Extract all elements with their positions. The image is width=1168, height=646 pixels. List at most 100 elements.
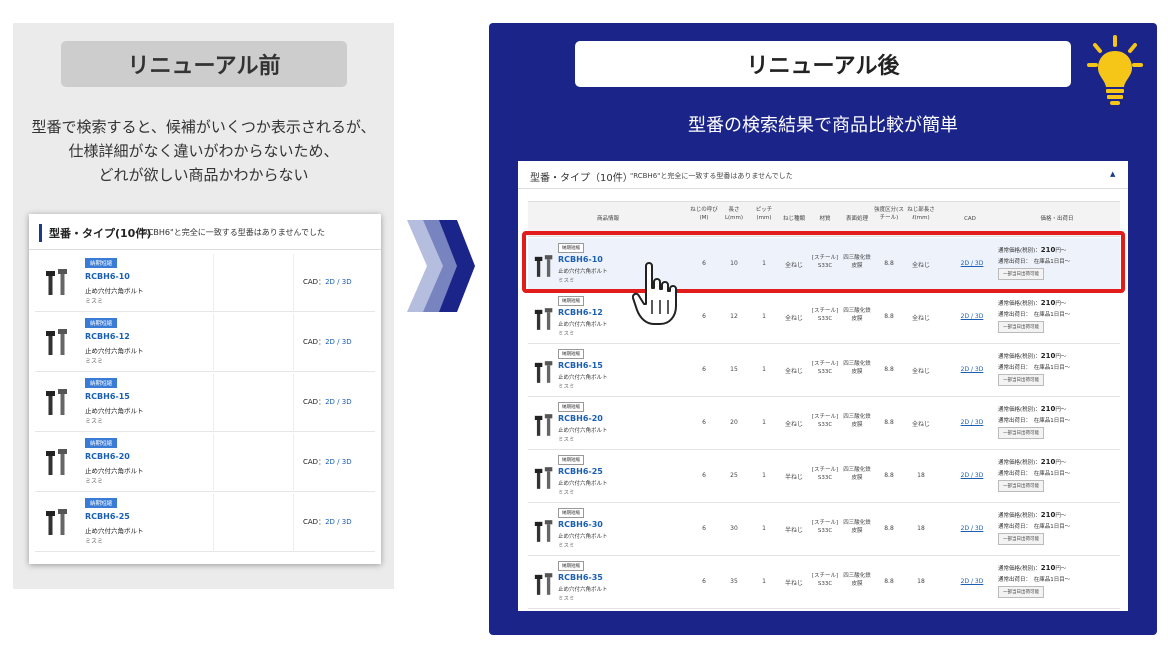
bolt-icon (534, 412, 554, 438)
cad-3d-link[interactable]: 3D (342, 398, 352, 406)
cad-3d-link[interactable]: 3D (342, 338, 352, 346)
list-item[interactable]: 納期短縮 RCBH6-15 止め穴付六角ボルト ミスミ CAD：2D / 3D (35, 374, 375, 432)
product-name: 止め穴付六角ボルト (558, 375, 608, 381)
same-day-ship-button[interactable]: 一部当日出荷可能 (998, 374, 1044, 386)
column-header[interactable]: ねじ種類 (780, 215, 808, 223)
price-unit: 円〜 (1055, 407, 1067, 413)
bolt-icon (45, 268, 69, 296)
maker-name: ミスミ (558, 437, 575, 443)
lead-time-badge: 納期短縮 (85, 498, 118, 508)
part-number-link[interactable]: RCBH6-20 (558, 414, 603, 423)
thread-length-cell: 全ねじ (911, 421, 930, 428)
thread-size-cell: 6 (702, 525, 706, 532)
divider (213, 434, 214, 492)
column-header[interactable]: 材質 (810, 215, 840, 223)
list-item[interactable]: 納期短縮 RCBH6-25 止め穴付六角ボルト ミスミ CAD：2D / 3D (35, 494, 375, 552)
part-number-link[interactable]: RCBH6-25 (558, 467, 603, 476)
column-header[interactable]: 価格・出荷日 (998, 215, 1116, 223)
cad-label: CAD： (303, 518, 326, 526)
lead-time-badge: 納期短縮 (558, 402, 584, 412)
column-header[interactable]: 商品情報 (528, 215, 688, 223)
part-number-link[interactable]: RCBH6-12 (558, 308, 603, 317)
table-row[interactable]: 納期短縮 RCBH6-12 止め穴付六角ボルト ミスミ 6 12 1 全ねじ [スチール] S3… (528, 291, 1120, 344)
lead-time-badge: 納期短縮 (558, 349, 584, 359)
cad-2d-link[interactable]: 2D (325, 398, 335, 406)
product-name: 止め穴付六角ボルト (558, 587, 608, 593)
header-accent-bar (39, 224, 42, 242)
column-header[interactable]: 表面処理 (842, 215, 872, 223)
part-number-link[interactable]: RCBH6-35 (558, 573, 603, 582)
strength-cell: 8.8 (884, 366, 894, 373)
cad-link[interactable]: 2D / 3D (952, 472, 992, 479)
product-name: 止め穴付六角ボルト (85, 347, 144, 355)
maker-name: ミスミ (558, 331, 575, 337)
material-cell: [スチール] S33C (811, 573, 839, 587)
cad-link[interactable]: 2D / 3D (952, 525, 992, 532)
table-row[interactable]: 納期短縮 RCBH6-20 止め穴付六角ボルト ミスミ 6 20 1 全ねじ [スチール] S3… (528, 397, 1120, 450)
pitch-cell: 1 (762, 313, 766, 320)
part-number-link[interactable]: RCBH6-25 (85, 512, 130, 521)
part-number-link[interactable]: RCBH6-10 (85, 272, 130, 281)
cad-links: CAD：2D / 3D (303, 337, 352, 347)
part-number-link[interactable]: RCBH6-30 (558, 520, 603, 529)
same-day-ship-button[interactable]: 一部当日出荷可能 (998, 480, 1044, 492)
table-row[interactable]: 納期短縮 RCBH6-15 止め穴付六角ボルト ミスミ 6 15 1 全ねじ [スチール] S3… (528, 344, 1120, 397)
divider (213, 254, 214, 312)
divider (213, 314, 214, 372)
cad-link[interactable]: 2D / 3D (952, 313, 992, 320)
before-desc-line-2: 仕様詳細がなく違いがわからないため、 (68, 142, 339, 160)
cad-3d-link[interactable]: 3D (342, 458, 352, 466)
column-header[interactable]: 強度区分(スチール) (874, 206, 904, 222)
table-row[interactable]: 納期短縮 RCBH6-25 止め穴付六角ボルト ミスミ 6 25 1 半ねじ [スチール] S3… (528, 450, 1120, 503)
table-row[interactable]: 納期短縮 RCBH6-35 止め穴付六角ボルト ミスミ 6 35 1 半ねじ [スチール] S3… (528, 556, 1120, 609)
price-text: 通常価格(税別)：210円〜 (998, 299, 1066, 307)
same-day-ship-button[interactable]: 一部当日出荷可能 (998, 533, 1044, 545)
same-day-ship-button[interactable]: 一部当日出荷可能 (998, 427, 1044, 439)
column-header[interactable]: ねじ部長さℓ(mm) (906, 206, 936, 222)
cad-link[interactable]: 2D / 3D (952, 366, 992, 373)
same-day-ship-button[interactable]: 一部当日出荷可能 (998, 586, 1044, 598)
cad-2d-link[interactable]: 2D (325, 338, 335, 346)
column-header[interactable]: ねじの呼び(M) (690, 206, 718, 222)
part-number-link[interactable]: RCBH6-15 (558, 361, 603, 370)
table-row[interactable]: 納期短縮 RCBH6-30 止め穴付六角ボルト ミスミ 6 30 1 半ねじ [スチール] S3… (528, 503, 1120, 556)
list-item[interactable]: 納期短縮 RCBH6-12 止め穴付六角ボルト ミスミ CAD：2D / 3D (35, 314, 375, 372)
length-cell: 12 (730, 313, 738, 320)
part-number-link[interactable]: RCBH6-12 (85, 332, 130, 341)
maker-name: ミスミ (85, 358, 104, 365)
highlight-box (522, 231, 1125, 293)
part-number-link[interactable]: RCBH6-20 (85, 452, 130, 461)
column-header[interactable]: 長さL(mm) (720, 206, 748, 222)
part-number-link[interactable]: RCBH6-15 (85, 392, 130, 401)
column-header[interactable]: ピッチ(mm) (750, 206, 778, 222)
cad-2d-link[interactable]: 2D (325, 278, 335, 286)
list-item[interactable]: 納期短縮 RCBH6-20 止め穴付六角ボルト ミスミ CAD：2D / 3D (35, 434, 375, 492)
surface-cell: 四三酸化鉄皮膜 (843, 414, 871, 428)
thread-length-cell: 全ねじ (911, 315, 930, 322)
cad-link[interactable]: 2D / 3D (952, 578, 992, 585)
price-unit: 円〜 (1055, 566, 1067, 572)
cad-3d-link[interactable]: 3D (342, 518, 352, 526)
lightbulb-icon (1087, 35, 1143, 105)
cad-2d-link[interactable]: 2D (325, 458, 335, 466)
lead-time-badge: 納期短縮 (558, 296, 584, 306)
price-value: 210 (1040, 511, 1056, 519)
thread-length-cell: 18 (917, 472, 925, 479)
product-name: 止め穴付六角ボルト (85, 287, 144, 295)
same-day-ship-button[interactable]: 一部当日出荷可能 (998, 321, 1044, 333)
maker-name: ミスミ (85, 418, 104, 425)
cad-2d-link[interactable]: 2D (325, 518, 335, 526)
pitch-cell: 1 (762, 472, 766, 479)
column-header[interactable]: CAD (948, 215, 992, 223)
cad-separator: / (334, 398, 342, 406)
price-value: 210 (1040, 299, 1056, 307)
cad-link[interactable]: 2D / 3D (952, 419, 992, 426)
cad-label: CAD： (303, 398, 326, 406)
collapse-caret-icon[interactable]: ▲ (1110, 170, 1115, 178)
product-name: 止め穴付六角ボルト (558, 481, 608, 487)
cad-links: CAD：2D / 3D (303, 277, 352, 287)
list-item[interactable]: 納期短縮 RCBH6-10 止め穴付六角ボルト ミスミ CAD：2D / 3D (35, 254, 375, 312)
price-unit: 円〜 (1055, 354, 1067, 360)
divider (293, 254, 294, 312)
cad-3d-link[interactable]: 3D (342, 278, 352, 286)
